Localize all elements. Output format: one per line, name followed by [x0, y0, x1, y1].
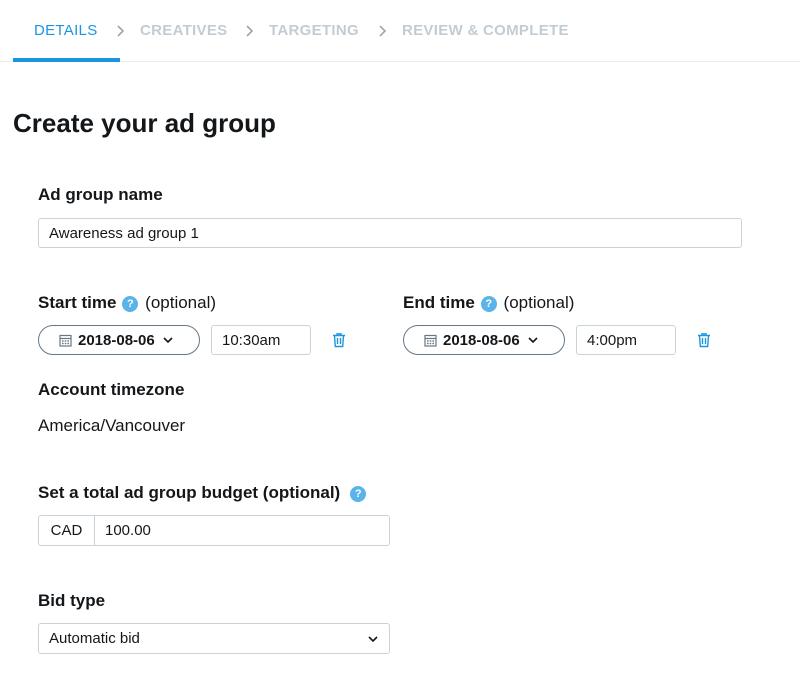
budget-label: Set a total ad group budget (optional)?: [38, 483, 368, 503]
trash-icon[interactable]: [332, 332, 346, 348]
account-timezone-label: Account timezone: [38, 380, 185, 399]
end-time-optional-text: (optional): [503, 293, 575, 312]
chevron-down-icon: [367, 633, 379, 645]
bid-type-select[interactable]: Automatic bid: [38, 623, 390, 654]
chevron-right-icon: [114, 24, 128, 38]
help-icon[interactable]: ?: [122, 296, 139, 312]
help-icon[interactable]: ?: [350, 486, 367, 502]
chevron-down-icon: [527, 334, 539, 346]
trash-icon[interactable]: [697, 332, 711, 348]
end-time-label-text: End time: [403, 293, 475, 312]
budget-label-text: Set a total ad group budget (optional): [38, 483, 341, 502]
start-time-label: Start time? (optional): [38, 293, 216, 313]
budget-input-group: CAD: [38, 515, 390, 546]
start-time-optional-text: (optional): [145, 293, 217, 312]
start-time-input[interactable]: [211, 325, 311, 355]
account-timezone-value: America/Vancouver: [38, 416, 186, 435]
active-step-indicator: [13, 58, 120, 62]
end-date-value: 2018-08-06: [443, 331, 520, 349]
ad-group-name-label: Ad group name: [38, 185, 163, 204]
page-title: Create your ad group: [13, 108, 276, 138]
bid-type-label: Bid type: [38, 591, 106, 610]
currency-label: CAD: [39, 516, 95, 545]
step-details[interactable]: DETAILS: [34, 22, 98, 39]
chevron-right-icon: [376, 24, 390, 38]
step-targeting[interactable]: TARGETING: [269, 22, 359, 39]
ad-group-name-input[interactable]: [38, 218, 742, 248]
start-date-value: 2018-08-06: [78, 331, 155, 349]
budget-input[interactable]: [95, 516, 389, 545]
stepper: DETAILS CREATIVES TARGETING REVIEW & COM…: [0, 0, 800, 62]
step-review-complete[interactable]: REVIEW & COMPLETE: [402, 22, 569, 39]
end-time-input[interactable]: [576, 325, 676, 355]
chevron-down-icon: [162, 334, 174, 346]
step-creatives[interactable]: CREATIVES: [140, 22, 227, 39]
bid-type-selected-value: Automatic bid: [49, 630, 140, 647]
calendar-icon: [59, 334, 72, 347]
help-icon[interactable]: ?: [480, 296, 497, 312]
start-time-label-text: Start time: [38, 293, 117, 312]
chevron-right-icon: [243, 24, 257, 38]
start-date-picker[interactable]: 2018-08-06: [38, 325, 200, 355]
end-date-picker[interactable]: 2018-08-06: [403, 325, 565, 355]
calendar-icon: [424, 334, 437, 347]
end-time-label: End time? (optional): [403, 293, 574, 313]
